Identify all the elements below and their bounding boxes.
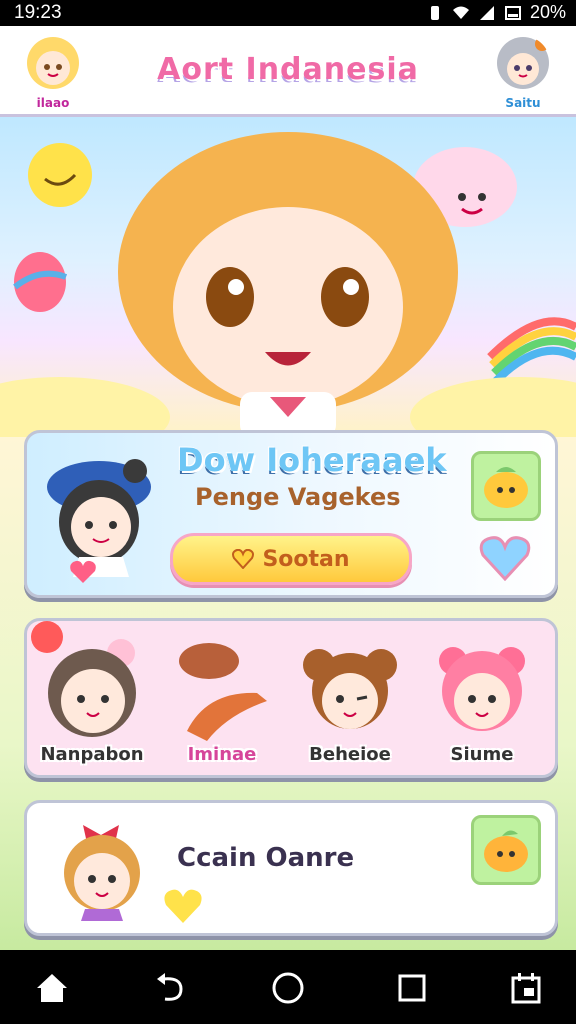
left-avatar-tag: ilaao: [36, 96, 70, 110]
pink-heart-icon: [70, 560, 96, 583]
yellow-heart-icon: [164, 889, 202, 923]
start-button[interactable]: Sootan: [170, 533, 412, 585]
character-item[interactable]: Nanpabon: [37, 631, 147, 771]
character-name: Siume: [450, 744, 514, 765]
start-button-label: Sootan: [262, 546, 350, 572]
bottom-card[interactable]: Ccain Oanre: [24, 800, 558, 936]
wifi-icon: [452, 6, 469, 19]
signal-icon: [479, 5, 494, 20]
hero-illustration: [0, 132, 576, 437]
character-avatar-icon: [48, 639, 136, 737]
character-name: Iminae: [187, 744, 257, 765]
status-bar: 19:23 20%: [0, 0, 576, 26]
featured-character-icon: [47, 459, 151, 577]
character-item[interactable]: Beheioe: [295, 631, 405, 771]
avatar-gray-icon: [497, 37, 549, 89]
featured-subtitle: Penge Vagekes: [195, 483, 401, 511]
recents-icon: [398, 974, 426, 1002]
character-item[interactable]: Iminae: [167, 631, 277, 771]
system-nav-bar: [0, 950, 576, 1024]
character-avatar-icon: [303, 649, 397, 729]
recents-button[interactable]: [392, 968, 432, 1008]
character-avatar-icon: [439, 647, 525, 731]
calendar-icon: [511, 973, 541, 1004]
character-name: Beheioe: [309, 744, 391, 765]
user-avatar-right[interactable]: Saitu: [490, 36, 556, 110]
featured-title: Dow Ioheraaek: [177, 441, 447, 479]
characters-card: Nanpabon Iminae Beheioe Siume: [24, 618, 558, 778]
orange-fruit-icon: [484, 830, 528, 872]
battery-icon: [504, 5, 521, 20]
home-circle-button[interactable]: [268, 968, 308, 1008]
battery-percent: 20%: [529, 2, 566, 22]
back-icon: [157, 973, 183, 1001]
hero-banner: [0, 117, 576, 437]
fruit-badge-button[interactable]: [471, 815, 541, 885]
pet-creature-icon: [179, 643, 267, 741]
right-avatar-tag: Saitu: [505, 96, 541, 110]
app-header: ilaao Aort Indanesia Saitu: [0, 26, 576, 117]
character-item[interactable]: Siume: [427, 631, 537, 771]
circle-home-icon: [272, 972, 304, 1004]
orange-fruit-icon: [484, 467, 528, 508]
status-time: 19:23: [14, 2, 62, 23]
calendar-button[interactable]: [506, 968, 546, 1008]
bottom-card-label: Ccain Oanre: [177, 843, 355, 873]
vibrate-icon: [430, 5, 439, 20]
character-name: Nanpabon: [40, 744, 144, 765]
blue-heart-icon: [479, 536, 531, 581]
featured-card[interactable]: Dow Ioheraaek Penge Vagekes Sootan: [24, 430, 558, 598]
fruit-badge-button[interactable]: [471, 451, 541, 521]
home-icon: [37, 974, 67, 1002]
status-icons: 20%: [426, 2, 566, 23]
heart-icon: [232, 549, 255, 569]
home-button[interactable]: [32, 968, 72, 1008]
character-avatar-icon: [64, 825, 140, 921]
back-button[interactable]: [150, 968, 190, 1008]
